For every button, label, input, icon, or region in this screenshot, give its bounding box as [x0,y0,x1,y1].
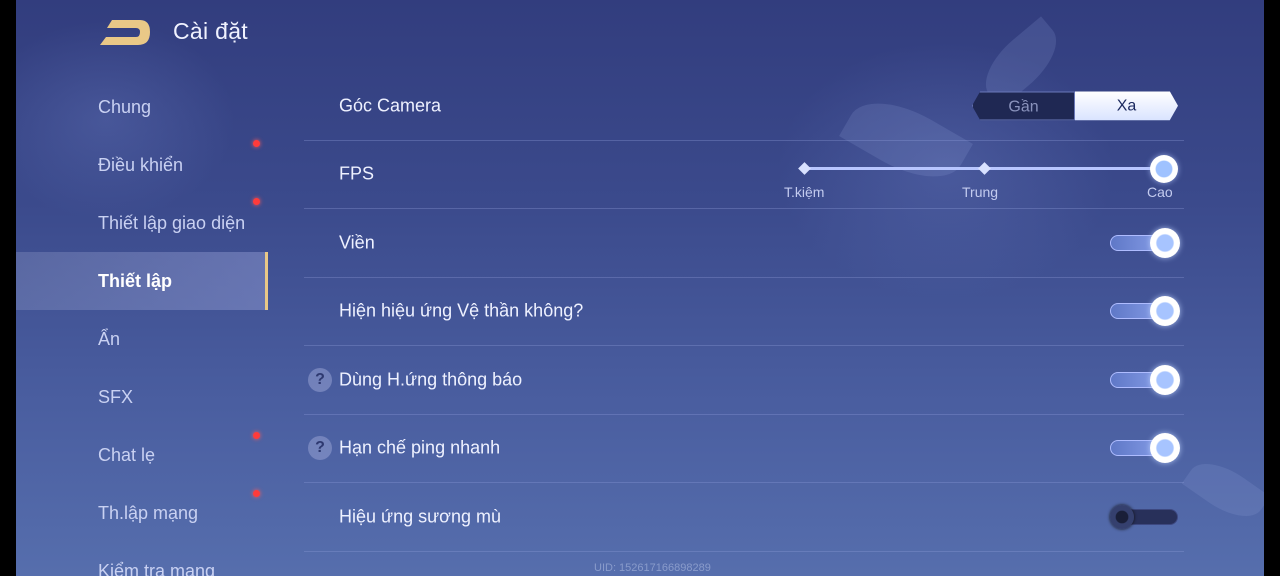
sidebar-item-hide[interactable]: Ẩn [16,310,268,368]
sidebar: Chung Điều khiển Thiết lập giao diện Thi… [16,78,268,576]
slider-stop-low[interactable] [798,161,811,175]
setting-label: Hạn chế ping nhanh [339,437,501,458]
notification-badge [253,490,260,497]
sidebar-item-network-test[interactable]: Kiểm tra mạng [16,542,268,576]
slider-label-medium: Trung [962,183,999,200]
sidebar-item-general[interactable]: Chung [16,78,268,136]
help-icon[interactable]: ? [308,367,332,392]
notify-effect-toggle[interactable] [1108,364,1180,396]
slider-stop-medium[interactable] [978,161,991,175]
slider-label-high: Cao [1147,183,1173,200]
back-arrow-icon [100,20,150,45]
setting-label: FPS [339,163,375,184]
setting-row-fps: FPS T.kiệm Trung Cao [304,141,1184,209]
setting-row-ping-limit: ? Hạn chế ping nhanh [304,415,1184,483]
slider-thumb[interactable] [1150,154,1178,183]
guardian-effect-toggle[interactable] [1108,295,1180,327]
setting-label: Góc Camera [339,95,442,116]
setting-row-camera: Góc Camera Gần Xa [304,72,1184,141]
notification-badge [253,140,260,147]
game-screen: Cài đặt Chung Điều khiển Thiết lập giao … [0,0,1280,576]
sidebar-item-quick-chat[interactable]: Chat lẹ [16,426,268,484]
fps-slider[interactable]: T.kiệm Trung Cao [784,154,1180,200]
sidebar-item-label: Điều khiển [98,154,184,175]
camera-option-near[interactable]: Gần [972,91,1075,121]
notification-badge [253,432,260,439]
sidebar-item-label: Th.lập mạng [98,502,199,523]
slider-label-low: T.kiệm [784,183,825,200]
sidebar-item-controls[interactable]: Điều khiển [16,136,268,194]
setting-row-notify-effect: ? Dùng H.ứng thông báo [304,346,1184,415]
sidebar-item-network[interactable]: Th.lập mạng [16,484,268,542]
setting-label: Hiệu ứng sương mù [339,506,501,527]
setting-label: Dùng H.ứng thông báo [339,369,523,390]
setting-label: Hiện hiệu ứng Vệ thần không? [339,300,584,321]
camera-segmented-control: Gần Xa [972,91,1178,121]
background-leaf [1181,450,1264,530]
sidebar-item-setup[interactable]: Thiết lập [16,252,268,310]
setting-row-border: Viền [304,209,1184,278]
sidebar-item-label: Ẩn [98,328,121,349]
back-button[interactable] [98,18,152,48]
setting-label: Viền [339,232,375,253]
page-title: Cài đặt [173,18,248,44]
sidebar-item-label: SFX [98,386,134,407]
ping-limit-toggle[interactable] [1108,432,1180,464]
help-icon[interactable]: ? [308,436,332,461]
sidebar-item-label: Kiểm tra mạng [98,560,216,576]
sidebar-item-label: Chat lẹ [98,444,156,465]
toggle-thumb [1150,433,1180,464]
sidebar-item-label: Thiết lập [98,270,173,291]
border-toggle[interactable] [1108,227,1180,259]
sidebar-item-label: Thiết lập giao diện [98,212,246,233]
settings-list: Góc Camera Gần Xa FPS T.kiệm Trung Cao V… [304,72,1184,552]
setting-row-guardian-effect: Hiện hiệu ứng Vệ thần không? [304,278,1184,346]
toggle-thumb [1150,296,1180,327]
fog-effect-toggle[interactable] [1108,501,1180,533]
toggle-thumb [1110,504,1134,529]
toggle-thumb [1150,364,1180,395]
toggle-thumb [1150,227,1180,258]
settings-panel: Cài đặt Chung Điều khiển Thiết lập giao … [16,0,1264,576]
user-id-label: UID: 152617166898289 [594,562,711,574]
camera-option-far[interactable]: Xa [1075,91,1178,121]
sidebar-item-interface[interactable]: Thiết lập giao diện [16,194,268,252]
sidebar-item-label: Chung [98,96,152,117]
sidebar-item-sfx[interactable]: SFX [16,368,268,426]
notification-badge [253,198,260,205]
setting-row-fog-effect: Hiệu ứng sương mù [304,483,1184,552]
